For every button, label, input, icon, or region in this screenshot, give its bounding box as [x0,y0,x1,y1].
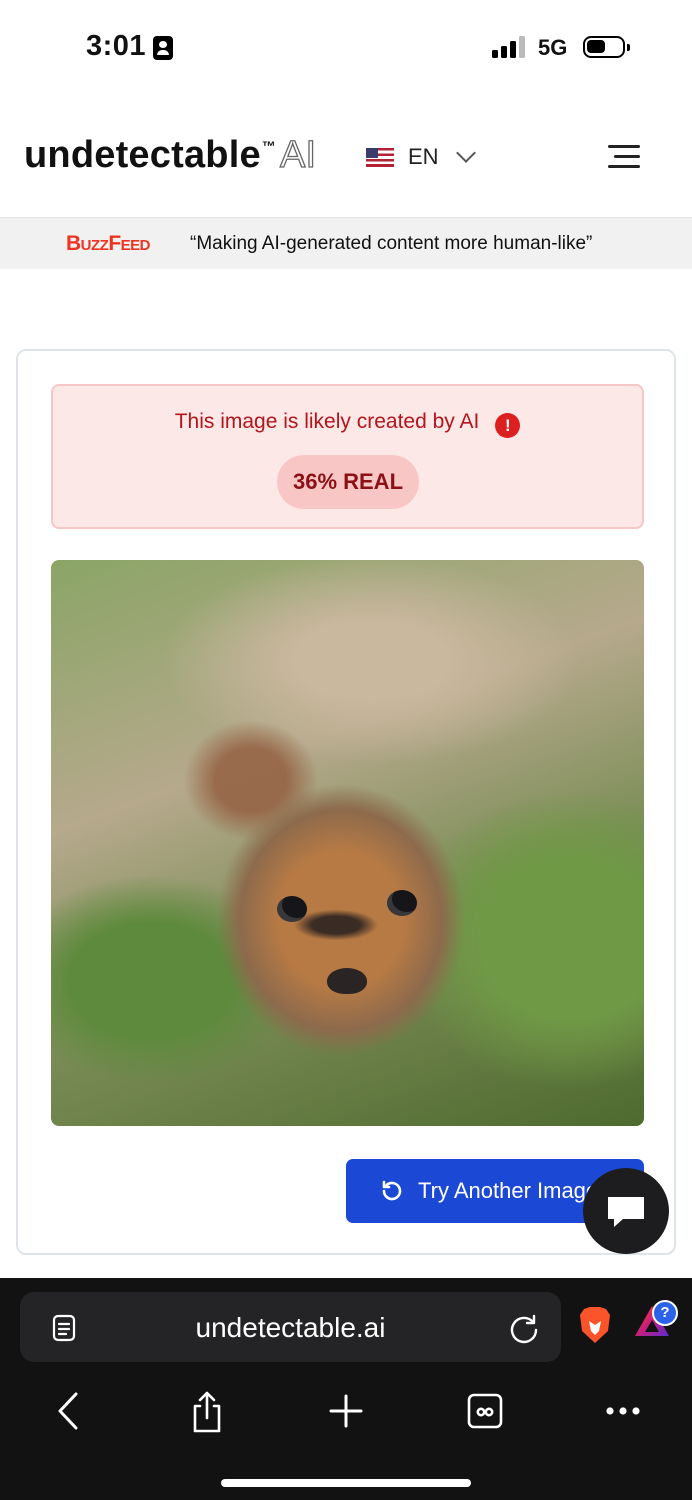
fox-eye-right [387,890,417,916]
home-indicator[interactable] [221,1479,471,1487]
fox-eye-left [277,896,307,922]
result-card: This image is likely created by AI! 36% … [16,349,676,1255]
share-icon[interactable] [188,1390,226,1434]
alert-message: This image is likely created by AI [174,410,480,433]
try-another-image-label: Try Another Image [418,1178,599,1203]
logo-trademark: ™ [261,138,276,154]
chat-glyph [608,1197,644,1227]
site-header: undetectable ™ AI EN [0,96,692,218]
browser-toolbar: undetectable.ai ? [0,1278,692,1500]
buzzfeed-logo: BuzzFeed [66,232,151,255]
battery-icon [583,36,630,58]
cellular-signal-icon [492,36,526,58]
chevron-down-icon [455,143,476,163]
brave-shield-icon[interactable] [578,1305,612,1345]
logo-ai: AI [279,133,317,176]
exclamation-circle-icon: ! [495,413,521,438]
logo-text: undetectable [24,134,261,176]
contact-card-icon [153,36,173,60]
reload-icon [382,1180,402,1201]
language-selector[interactable]: EN [366,143,476,170]
language-label: EN [408,144,439,169]
hamburger-menu-icon[interactable] [608,145,640,169]
status-time: 3:01 [86,30,147,62]
network-type: 5G [538,35,568,60]
press-quote: “Making AI-generated content more human-… [190,233,593,254]
back-arrow-icon[interactable] [52,1390,86,1432]
analyzed-image [51,560,644,1126]
plus-icon[interactable] [327,1390,365,1432]
alert-message-row: This image is likely created by AI! [53,410,642,438]
press-banner: BuzzFeed “Making AI-generated content mo… [0,218,692,269]
more-dots-icon[interactable] [603,1390,643,1432]
tabs-icon[interactable] [466,1390,504,1432]
us-flag-icon [366,147,394,167]
real-score-badge: 36% REAL [277,455,419,509]
chat-bubble-icon[interactable] [583,1168,669,1254]
site-logo[interactable]: undetectable ™ AI [24,133,317,177]
status-bar: 3:01 5G [0,0,692,96]
refresh-icon[interactable] [508,1312,540,1344]
rewards-badge: ? [652,1300,678,1326]
url-text: undetectable.ai [195,1312,386,1343]
address-bar[interactable]: undetectable.ai [20,1292,561,1362]
ai-detection-alert: This image is likely created by AI! 36% … [51,384,644,529]
fox-nose [327,968,367,994]
